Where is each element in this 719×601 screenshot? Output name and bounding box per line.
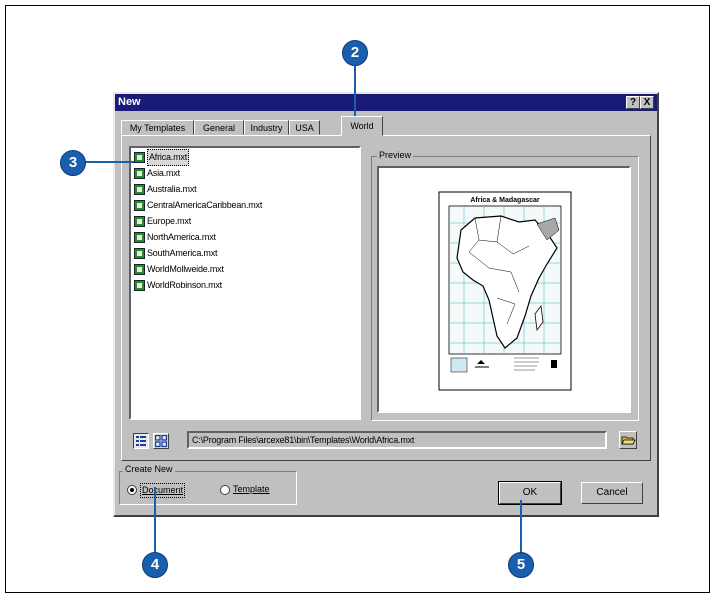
tab-industry[interactable]: Industry — [244, 120, 289, 135]
document-radio-label[interactable]: Document — [140, 483, 186, 498]
map-template-icon — [134, 264, 145, 275]
template-label-text: Template — [233, 484, 270, 494]
template-path-field[interactable]: C:\Program Files\arcexe81\bin\Templates\… — [187, 431, 607, 449]
new-dialog: New ? X My Templates General Industry US… — [113, 92, 659, 517]
map-template-icon — [134, 280, 145, 291]
list-item[interactable]: Africa.mxt — [134, 149, 190, 166]
template-radio-label[interactable]: Template — [233, 483, 270, 496]
callout-2: 2 — [342, 40, 368, 66]
template-radio[interactable] — [220, 485, 230, 495]
preview-map-title: Africa & Madagascar — [470, 197, 540, 204]
list-item-label: WorldRobinson.mxt — [147, 280, 222, 290]
template-list[interactable]: Africa.mxt Asia.mxt Australia.mxt Centra… — [129, 146, 361, 420]
browse-button[interactable] — [619, 431, 637, 449]
tab-usa[interactable]: USA — [289, 120, 320, 135]
callout-2-leader — [354, 64, 356, 120]
callout-5: 5 — [508, 552, 534, 578]
callout-4: 4 — [142, 552, 168, 578]
callout-5-leader — [520, 500, 522, 556]
ok-button[interactable]: OK — [498, 481, 562, 505]
list-item[interactable]: SouthAmerica.mxt — [134, 246, 218, 261]
large-icons-view-button[interactable] — [153, 433, 169, 449]
list-item-label: Africa.mxt — [147, 149, 190, 166]
list-view-button[interactable] — [133, 433, 149, 449]
callout-4-leader — [154, 487, 156, 555]
map-template-icon — [134, 152, 145, 163]
list-item[interactable]: Europe.mxt — [134, 214, 191, 229]
map-template-icon — [134, 248, 145, 259]
list-item[interactable]: NorthAmerica.mxt — [134, 230, 216, 245]
list-item-label: SouthAmerica.mxt — [147, 248, 218, 258]
dialog-title: New — [118, 96, 141, 108]
list-item[interactable]: WorldRobinson.mxt — [134, 278, 222, 293]
close-button[interactable]: X — [640, 96, 654, 109]
document-radio[interactable] — [127, 485, 137, 495]
callout-3-leader — [84, 161, 134, 163]
map-preview-thumbnail: Africa & Madagascar — [438, 191, 572, 391]
help-button[interactable]: ? — [626, 96, 640, 109]
preview-caption: Preview — [377, 150, 414, 160]
list-item-label: CentralAmericaCaribbean.mxt — [147, 200, 263, 210]
large-icons-view-icon — [154, 434, 168, 448]
map-template-icon — [134, 168, 145, 179]
list-item-label: Europe.mxt — [147, 216, 192, 226]
list-item[interactable]: WorldMollweide.mxt — [134, 262, 224, 277]
tab-general[interactable]: General — [194, 120, 244, 135]
create-new-caption: Create New — [123, 464, 175, 474]
tab-my-templates[interactable]: My Templates — [121, 120, 194, 135]
list-item-label: NorthAmerica.mxt — [147, 232, 216, 242]
list-item-label: WorldMollweide.mxt — [147, 264, 224, 274]
open-folder-icon — [621, 436, 636, 445]
document-label-text: Document — [142, 485, 184, 495]
list-item-label: Asia.mxt — [147, 168, 180, 178]
callout-3: 3 — [60, 150, 86, 176]
map-template-icon — [134, 200, 145, 211]
list-item-label: Australia.mxt — [147, 184, 197, 194]
splitter[interactable] — [361, 146, 367, 420]
cancel-button[interactable]: Cancel — [581, 482, 643, 504]
list-view-icon — [136, 436, 146, 446]
preview-area: Africa & Madagascar — [377, 166, 631, 413]
list-item[interactable]: Australia.mxt — [134, 182, 197, 197]
map-template-icon — [134, 216, 145, 227]
map-template-icon — [134, 184, 145, 195]
dialog-title-bar: New ? X — [115, 94, 657, 111]
tab-world[interactable]: World — [341, 116, 383, 136]
map-template-icon — [134, 232, 145, 243]
list-item[interactable]: Asia.mxt — [134, 166, 180, 181]
list-item[interactable]: CentralAmericaCaribbean.mxt — [134, 198, 262, 213]
